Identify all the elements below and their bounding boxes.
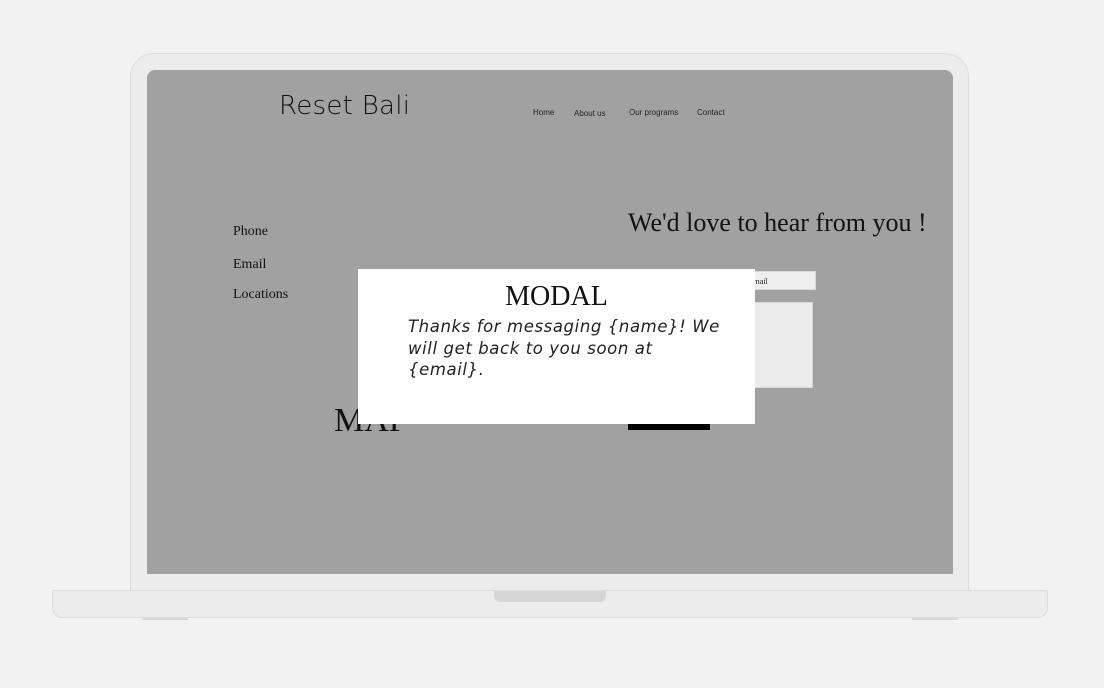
- laptop-screen: Reset Bali Home About us Our programs Co…: [147, 70, 953, 574]
- site-logo[interactable]: Reset Bali: [279, 91, 410, 121]
- contact-locations: Locations: [233, 287, 289, 302]
- modal-title: MODAL: [505, 281, 608, 312]
- nav-home[interactable]: Home: [533, 108, 554, 117]
- contact-phone: Phone: [233, 224, 268, 239]
- laptop-notch: [494, 591, 606, 602]
- nav-our-programs[interactable]: Our programs: [629, 108, 678, 117]
- contact-email: Email: [233, 257, 267, 272]
- confirmation-modal: MODAL Thanks for messaging {name}! We wi…: [358, 269, 755, 424]
- laptop-foot-left: [142, 618, 188, 620]
- nav-contact[interactable]: Contact: [697, 108, 725, 117]
- nav-about-us[interactable]: About us: [574, 109, 606, 118]
- laptop-foot-right: [912, 618, 958, 620]
- modal-message: Thanks for messaging {name}! We will get…: [408, 317, 720, 379]
- form-heading: We'd love to hear from you !: [628, 208, 927, 237]
